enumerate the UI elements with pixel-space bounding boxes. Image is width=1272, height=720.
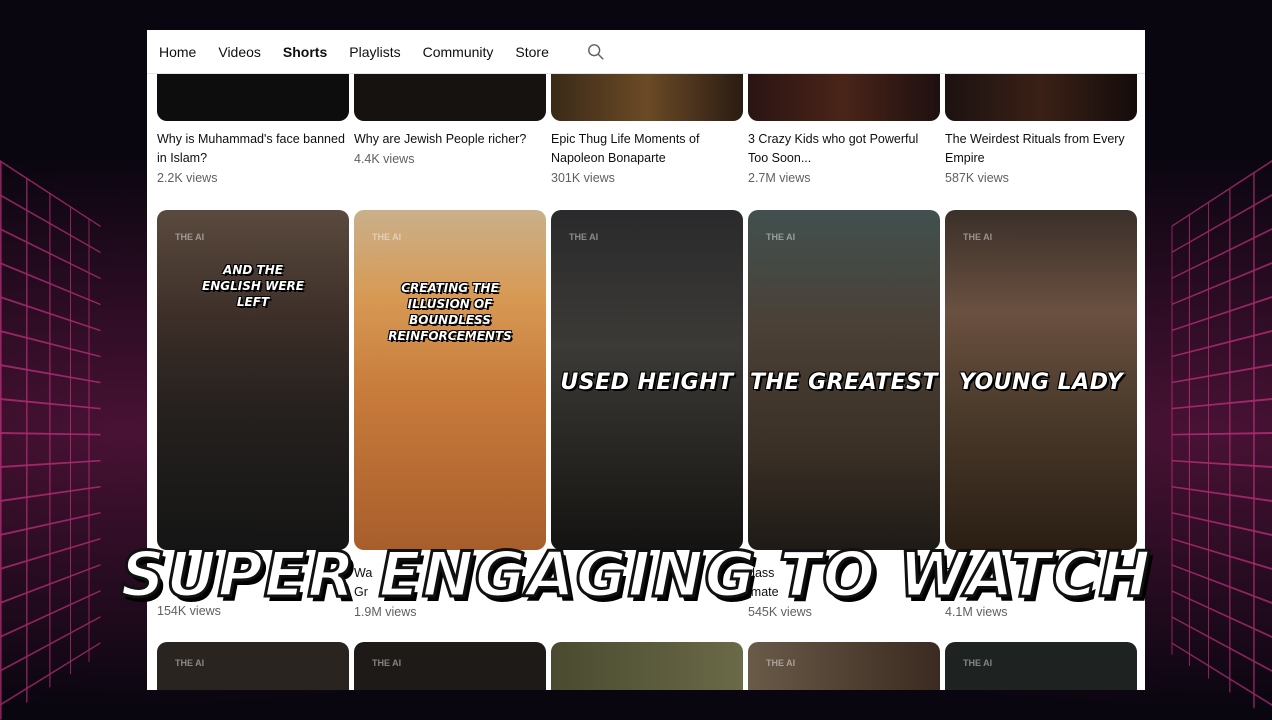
short-title[interactable]: Why is Muhammad's face banned in Islam? [157,130,349,168]
list-item[interactable]: Epic Thug Life Moments of Napoleon Bonap… [551,130,743,185]
short-thumbnail[interactable] [157,73,349,121]
thumbnail-overlay-text: USED HEIGHT [560,370,734,395]
watermark: THE AI [372,658,402,668]
watermark: THE AI [569,232,599,242]
short-thumbnail[interactable]: THE AI [945,642,1137,690]
tab-shorts[interactable]: Shorts [283,44,327,60]
shorts-row-top [157,73,1137,121]
short-thumbnail[interactable]: THE AI YOUNG LADY [945,210,1137,550]
short-title[interactable]: Epic Thug Life Moments of Napoleon Bonap… [551,130,743,168]
short-title[interactable]: 3 Crazy Kids who got Powerful Too Soon..… [748,130,940,168]
watermark: THE AI [175,232,205,242]
short-thumbnail[interactable] [354,73,546,121]
tab-store[interactable]: Store [515,44,548,60]
short-thumbnail[interactable] [945,73,1137,121]
view-count: 4.4K views [354,152,415,166]
list-item[interactable]: 3 Crazy Kids who got Powerful Too Soon..… [748,130,940,185]
thumbnail-overlay-text: AND THE ENGLISH WERE LEFT [202,263,304,309]
view-count: 301K views [551,171,615,185]
video-caption: SUPER ENGAGING TO WATCH [119,537,1152,613]
watermark: THE AI [766,232,796,242]
thumbnail-overlay-text: YOUNG LADY [958,370,1124,395]
view-count: 2.2K views [157,171,218,185]
list-item[interactable]: Why is Muhammad's face banned in Islam? … [157,130,349,185]
short-thumbnail[interactable]: THE AI AND THE ENGLISH WERE LEFT [157,210,349,550]
short-title[interactable]: Why are Jewish People richer? [354,130,546,149]
tab-community[interactable]: Community [423,44,494,60]
channel-tabs: Home Videos Shorts Playlists Community S… [147,30,1145,74]
watermark: THE AI [175,658,205,668]
view-count: 2.7M views [748,171,811,185]
tab-videos[interactable]: Videos [218,44,261,60]
short-thumbnail[interactable]: THE AI USED HEIGHT [551,210,743,550]
short-thumbnail[interactable] [551,642,743,690]
short-thumbnail[interactable] [748,73,940,121]
grid-right [1171,160,1272,720]
short-thumbnail[interactable] [551,73,743,121]
short-thumbnail[interactable]: THE AI THE GREATEST [748,210,940,550]
tab-playlists[interactable]: Playlists [349,44,400,60]
search-icon[interactable] [587,43,605,61]
shorts-row-middle: THE AI AND THE ENGLISH WERE LEFT THE AI … [157,210,1137,550]
grid-left [0,160,101,720]
short-title[interactable]: The Weirdest Rituals from Every Empire [945,130,1137,168]
watermark: THE AI [963,658,993,668]
short-thumbnail[interactable]: THE AI [748,642,940,690]
short-thumbnail[interactable]: THE AI CREATING THE ILLUSION OF BOUNDLES… [354,210,546,550]
list-item[interactable]: Why are Jewish People richer? 4.4K views [354,130,546,185]
watermark: THE AI [372,232,402,242]
short-thumbnail[interactable]: THE AI [354,642,546,690]
short-thumbnail[interactable]: THE AI [157,642,349,690]
thumbnail-overlay-text: THE GREATEST [750,370,938,395]
view-count: 587K views [945,171,1009,185]
list-item[interactable]: The Weirdest Rituals from Every Empire 5… [945,130,1137,185]
watermark: THE AI [963,232,993,242]
shorts-row-bottom: THE AI THE AI THE AI THE AI [157,642,1137,690]
thumbnail-overlay-text: CREATING THE ILLUSION OF BOUNDLESS REINF… [388,281,512,343]
shorts-meta-top: Why is Muhammad's face banned in Islam? … [157,130,1137,185]
watermark: THE AI [766,658,796,668]
tab-home[interactable]: Home [159,44,196,60]
